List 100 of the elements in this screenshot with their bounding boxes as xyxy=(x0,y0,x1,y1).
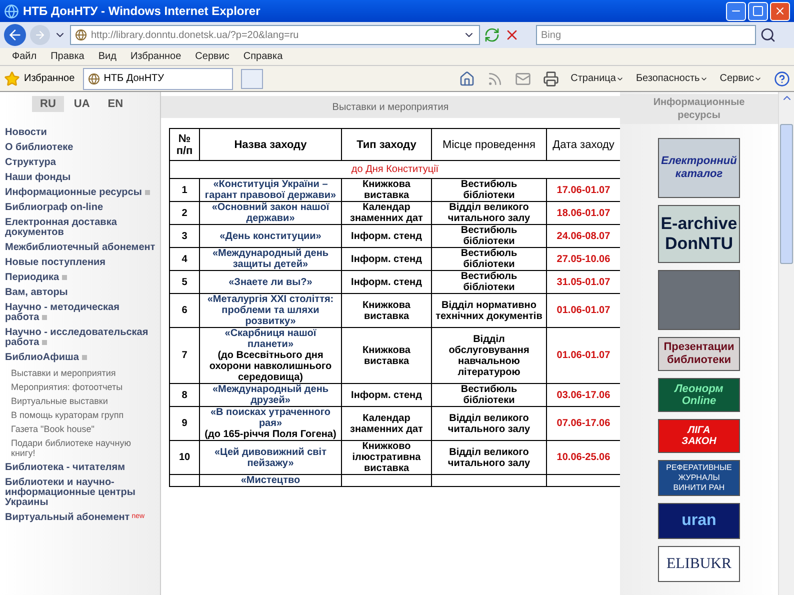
menu-item[interactable]: Сервис xyxy=(195,49,230,64)
event-name: «В поисках утраченного рая» xyxy=(209,407,332,429)
number-cell: 3 xyxy=(170,224,200,248)
menu-item[interactable]: Справка xyxy=(243,49,283,64)
window-title: НТБ ДонНТУ - Windows Internet Explorer xyxy=(23,3,260,20)
leonorm-banner[interactable]: Леонорм Online xyxy=(658,378,740,412)
number-cell: 5 xyxy=(170,270,200,294)
submenu-link[interactable]: Мероприятия: фотоотчеты xyxy=(11,382,156,392)
event-name: «День конституции» xyxy=(218,230,322,242)
event-type-cell: Інформ. стенд xyxy=(342,248,432,270)
liga-banner[interactable]: ЛІГА ЗАКОН xyxy=(658,419,740,453)
menu-item[interactable]: Избранное xyxy=(130,49,182,64)
elibukr-banner[interactable]: ELIBUKR xyxy=(658,546,740,582)
sidebar-link[interactable]: Научно - методическая работа xyxy=(5,303,156,323)
sidebar-link[interactable]: Структура xyxy=(5,158,56,168)
archive-banner[interactable]: E-archive DonNTU xyxy=(658,205,740,263)
uran-banner[interactable]: uran xyxy=(658,503,740,539)
number-cell: 9 xyxy=(170,406,200,440)
event-note: (до Всесвітнього дня охорони навколишнього середовища) xyxy=(208,350,333,383)
resources-header: Информационные ресурсы xyxy=(620,94,778,124)
event-type-cell: Книжкова виставка xyxy=(342,328,432,384)
section-row: до Дня Конституції xyxy=(170,160,620,178)
column-header: Назва заходу xyxy=(200,128,342,160)
event-type-cell: Інформ. стенд xyxy=(342,384,432,406)
column-header: Місце проведення xyxy=(432,128,546,160)
sidebar-link[interactable]: Новости xyxy=(5,128,47,138)
event-type-cell: Календар знаменних дат xyxy=(342,202,432,224)
banner-text: ВИНИТИ РАН xyxy=(673,483,725,493)
sidebar-link[interactable]: Периодика xyxy=(5,273,68,283)
sidebar-link[interactable]: Наши фонды xyxy=(5,173,71,183)
browser-tab[interactable]: НТБ ДонНТУ xyxy=(82,68,233,90)
banner-text: Презентации xyxy=(664,341,734,354)
catalog-banner[interactable]: Електронний каталог xyxy=(658,138,740,198)
url-text: http://library.donntu.donetsk.ua/?p=20&lang=ru xyxy=(91,28,299,42)
submenu-link[interactable]: Подари библиотеке научную книгу! xyxy=(11,438,156,458)
event-place-cell: Вестибюль бібліотеки xyxy=(432,270,546,294)
menu-item[interactable]: Вид xyxy=(98,49,116,64)
viniti-banner[interactable]: РЕФЕРАТИВНЫЕ ЖУРНАЛЫ ВИНИТИ РАН xyxy=(658,460,740,496)
column-header: Тип заходу xyxy=(342,128,432,160)
event-name: «Основний закон нашої держави» xyxy=(210,202,330,224)
event-name: «Международный день друзей» xyxy=(211,384,330,406)
banner-text: ЖУРНАЛЫ xyxy=(678,473,720,483)
sidebar-link[interactable]: Библиотека - читателям xyxy=(5,463,125,473)
number-cell: 2 xyxy=(170,202,200,224)
number-cell: 8 xyxy=(170,384,200,406)
event-place-cell: Вестибюль бібліотеки xyxy=(432,178,546,202)
sidebar-link[interactable]: Информационные ресурсы xyxy=(5,188,150,198)
presentation-banner[interactable]: Презентации библиотеки xyxy=(658,337,740,371)
language-tab[interactable]: UA xyxy=(66,96,98,112)
number-cell: 7 xyxy=(170,328,200,384)
event-place-cell: Відділ великого читального залу xyxy=(432,406,546,440)
submenu-link[interactable]: Газета "Book house" xyxy=(11,424,156,434)
address-field[interactable]: http://library.donntu.donetsk.ua/?p=20&lang=ru xyxy=(70,25,480,45)
banner-text: E-archive xyxy=(660,214,738,234)
banner-text: ELIBUKR xyxy=(666,554,732,574)
command-menu[interactable]: Безопасность xyxy=(636,71,708,86)
event-type-cell: Книжкова виставка xyxy=(342,294,432,328)
event-type-cell: Книжкова виставка xyxy=(342,178,432,202)
sidebar-link[interactable]: Вам, авторы xyxy=(5,288,68,298)
sidebar-link[interactable]: Електронная доставка документов xyxy=(5,218,156,238)
event-place-cell: Відділ великого читального залу xyxy=(432,202,546,224)
command-menu[interactable]: Сервис xyxy=(720,71,762,86)
sidebar-link[interactable]: Виртуальный абонемент xyxy=(5,513,130,523)
number-cell: 1 xyxy=(170,178,200,202)
banner-text: библиотеки xyxy=(666,354,732,367)
event-type-cell: Інформ. стенд xyxy=(342,224,432,248)
banner-text: Електронний xyxy=(661,155,737,168)
event-name: «Международный день защиты детей» xyxy=(211,248,330,270)
sidebar-link[interactable]: Библиотеки и научно-информационные центры Украины xyxy=(5,478,156,508)
sidebar-link[interactable]: Новые поступления xyxy=(5,258,106,268)
event-name: «Металургія XXI століття: проблеми та шляхи розвитку» xyxy=(206,294,335,327)
menu-item[interactable]: Файл xyxy=(12,49,37,64)
submenu-link[interactable]: В помощь кураторам групп xyxy=(11,410,156,420)
banner-text: uran xyxy=(682,511,716,531)
sidebar-link[interactable]: БиблиоАфиша xyxy=(5,353,87,363)
event-place-cell: Вестибюль бібліотеки xyxy=(432,248,546,270)
search-field[interactable]: Bing xyxy=(536,25,756,45)
sidebar-link[interactable]: О библиотеке xyxy=(5,143,74,153)
submenu-link[interactable]: Выставки и мероприятия xyxy=(11,368,156,378)
language-tab[interactable]: EN xyxy=(100,96,132,112)
banner-text: ЛІГА xyxy=(688,425,710,436)
column-header: № п/п xyxy=(170,128,200,160)
banner-text: DonNTU xyxy=(665,234,733,254)
favorites-button[interactable]: Избранное xyxy=(4,70,75,86)
event-place-cell: Вестибюль бібліотеки xyxy=(432,224,546,248)
event-type-cell: Календар знаменних дат xyxy=(342,406,432,440)
sidebar-link[interactable]: Межбиблиотечный абонемент xyxy=(5,243,156,253)
banner-text: Online xyxy=(682,395,716,407)
submenu-link[interactable]: Виртуальные выставки xyxy=(11,396,156,406)
event-name: «Скарбниця нашої планети» xyxy=(224,328,318,350)
command-menu[interactable]: Страница xyxy=(570,71,624,86)
language-tab[interactable]: RU xyxy=(32,96,64,112)
banner-text: РЕФЕРАТИВНЫЕ xyxy=(666,463,732,473)
section-header: Выставки и мероприятия xyxy=(161,96,620,118)
menu-item[interactable]: Правка xyxy=(50,49,84,64)
banner-text: Леонорм xyxy=(674,383,724,395)
event-place-cell: Відділ великого читального залу xyxy=(432,440,546,474)
event-name: «Мистецтво xyxy=(240,475,302,486)
sidebar-link[interactable]: Библиограф on-line xyxy=(5,203,104,213)
sidebar-link[interactable]: Научно - исследовательская работа xyxy=(5,328,156,348)
